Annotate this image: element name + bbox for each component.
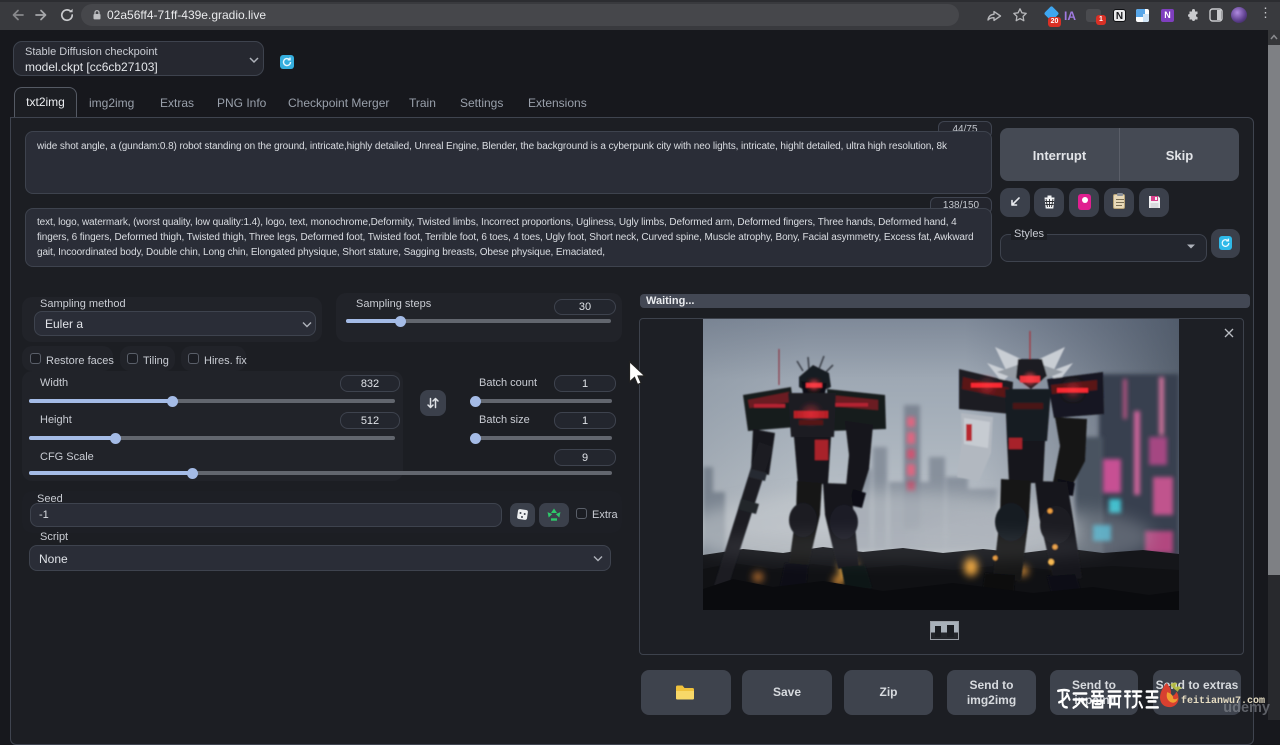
svg-text:udemy: udemy bbox=[1223, 700, 1270, 716]
